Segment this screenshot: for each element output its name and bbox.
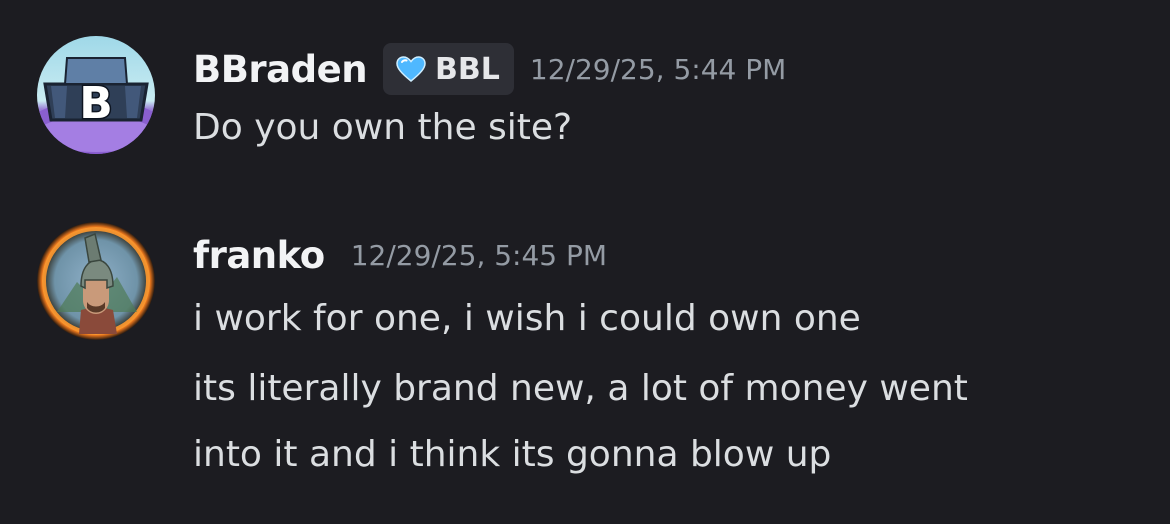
timestamp: 12/29/25, 5:44 PM: [529, 52, 787, 86]
server-tag-label: BBL: [435, 51, 500, 87]
server-tag[interactable]: BBL: [383, 43, 514, 95]
avatar-image: B: [37, 36, 155, 154]
message-text: i work for one, i wish i could own one: [193, 298, 861, 339]
chat-message-list: B BBraden BBL 12/29/25, 5:44 PM Do you o…: [0, 0, 1170, 524]
message-header: franko 12/29/25, 5:45 PM: [193, 227, 607, 283]
chat-message: B BBraden BBL 12/29/25, 5:44 PM Do you o…: [0, 0, 1170, 190]
avatar[interactable]: B: [37, 36, 155, 154]
username[interactable]: BBraden: [193, 48, 368, 91]
username[interactable]: franko: [193, 234, 325, 277]
message-text: its literally brand new, a lot of money …: [193, 368, 968, 409]
message-text: Do you own the site?: [193, 107, 573, 148]
avatar[interactable]: [37, 222, 155, 340]
message-header: BBraden BBL 12/29/25, 5:44 PM: [193, 41, 786, 97]
chat-message: franko 12/29/25, 5:45 PM i work for one,…: [0, 190, 1170, 524]
timestamp: 12/29/25, 5:45 PM: [350, 238, 608, 272]
blue-heart-icon: [395, 55, 427, 83]
message-text: into it and i think its gonna blow up: [193, 434, 832, 475]
svg-text:B: B: [79, 78, 113, 129]
avatar-image: [37, 222, 155, 340]
